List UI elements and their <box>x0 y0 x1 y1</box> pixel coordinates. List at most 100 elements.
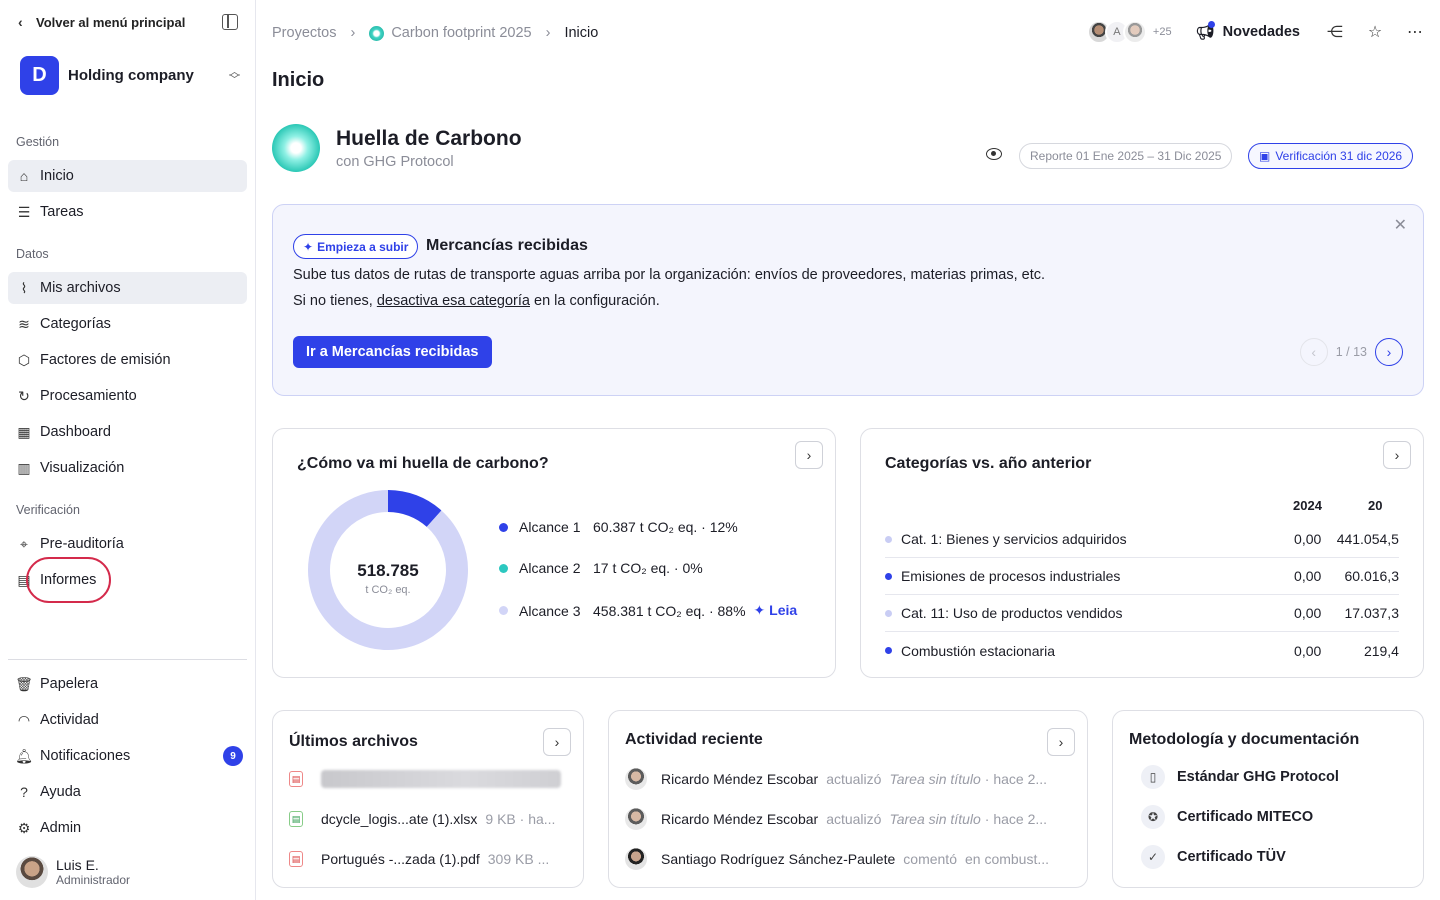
breadcrumb-project[interactable]: Carbon footprint 2025 <box>391 25 531 41</box>
value-2025: 60.016,3 <box>1344 568 1399 584</box>
table-row[interactable]: Combustión estacionaria 0,00 219,4 <box>885 632 1399 669</box>
go-to-category-button[interactable]: Ir a Mercancías recibidas <box>293 336 492 368</box>
leia-link[interactable]: ✦ Leia <box>754 602 798 619</box>
legend-item-alcance-1: Alcance 1 60.387 t CO₂ eq. · 12% <box>499 519 738 535</box>
report-range-pill[interactable]: Reporte 01 Ene 2025 – 31 Dic 2025 <box>1019 143 1233 169</box>
legend-value: 17 t CO₂ eq. · 0% <box>593 560 703 576</box>
table-row[interactable]: Cat. 11: Uso de productos vendidos 0,00 … <box>885 595 1399 632</box>
sidebar-item-papelera[interactable]: 🗑 Papelera <box>8 668 247 700</box>
doc-label: Estándar GHG Protocol <box>1177 769 1339 785</box>
value-2024: 0,00 <box>1294 531 1322 547</box>
category-name: Combustión estacionaria <box>900 642 1056 659</box>
sidebar-item-tareas[interactable]: ☰ Tareas <box>8 196 247 228</box>
value-2024: 0,00 <box>1294 642 1322 659</box>
close-icon[interactable]: ✕ <box>1394 215 1407 235</box>
file-row[interactable]: ▤ dcycle_logis...ate (1).xlsx 9 KB · ha.… <box>289 808 569 830</box>
sidebar-item-visualizacion[interactable]: ▥ Visualización <box>8 452 247 484</box>
sidebar-item-factores[interactable]: ⬡ Factores de emisión <box>8 344 247 376</box>
recent-activity-open-button[interactable]: › <box>1047 728 1075 756</box>
footprint-card: ¿Cómo va mi huella de carbono? › 518.785… <box>272 428 836 678</box>
banner-chip: ✦ Empieza a subir <box>293 234 419 259</box>
app: ‹ Volver al menú principal D Holding com… <box>0 0 1440 900</box>
checklist-icon: ☰ <box>17 203 31 220</box>
avatar <box>625 808 647 830</box>
activity-row[interactable]: Ricardo Méndez Escobar actualizó Tarea s… <box>625 807 1070 831</box>
category-dot <box>885 647 892 654</box>
doc-link-miteco[interactable]: ✪ Certificado MITECO <box>1141 805 1313 829</box>
book-icon: ▯ <box>1141 765 1165 789</box>
disable-category-link[interactable]: desactiva esa categoría <box>377 293 530 309</box>
share-icon[interactable]: ⋲ <box>1326 22 1344 42</box>
activity-user: Ricardo Méndez Escobar <box>661 771 819 787</box>
sidebar-item-admin[interactable]: ⚙ Admin <box>8 812 247 844</box>
activity-row[interactable]: Ricardo Méndez Escobar actualizó Tarea s… <box>625 767 1070 791</box>
sidebar-item-notificaciones[interactable]: 🔔︎ Notificaciones 9 <box>8 740 247 772</box>
categories-open-button[interactable]: › <box>1383 441 1411 469</box>
methodology-card: Metodología y documentación ▯ Estándar G… <box>1112 710 1424 888</box>
footprint-open-button[interactable]: › <box>795 441 823 469</box>
pager-prev-button[interactable]: ‹ <box>1299 338 1328 366</box>
table-row[interactable]: Cat. 1: Bienes y servicios adquiridos 0,… <box>885 521 1399 558</box>
activity-object: Tarea sin título <box>889 771 981 787</box>
chevron-right-icon: › <box>545 25 551 41</box>
file-name: Portugués -...zada (1).pdf <box>321 851 480 867</box>
star-icon[interactable]: ☆ <box>1366 22 1384 42</box>
project-logo-icon <box>369 25 385 41</box>
file-row-redacted[interactable]: ▤ <box>289 768 569 790</box>
file-row[interactable]: ▤ Portugués -...zada (1).pdf 309 KB ... <box>289 848 569 870</box>
banner-title: Mercancías recibidas <box>426 237 588 254</box>
project-header: Huella de Carbono con GHG Protocol <box>272 124 522 172</box>
bell-icon: 🔔︎ <box>15 747 33 764</box>
org-switcher[interactable]: D Holding company ︿ ﹀ <box>20 56 240 95</box>
members-more-count: +25 <box>1152 26 1172 38</box>
donut-slice-1[interactable] <box>387 490 442 528</box>
legend-item-alcance-2: Alcance 2 17 t CO₂ eq. · 0% <box>499 560 703 576</box>
sidebar-item-label: Ayuda <box>40 784 81 800</box>
breadcrumb-proyectos[interactable]: Proyectos <box>272 25 336 41</box>
donut-total: 518.785 <box>357 561 418 580</box>
redacted-filename <box>321 770 561 788</box>
sidebar-item-label: Visualización <box>40 460 125 476</box>
user-profile[interactable]: Luis E. Administrador <box>16 856 130 888</box>
sidebar-item-mis-archivos[interactable]: ⌇ Mis archivos <box>8 272 247 304</box>
value-2025: 17.037,3 <box>1344 605 1399 621</box>
collapse-sidebar-icon[interactable] <box>222 14 238 30</box>
doc-link-ghg-protocol[interactable]: ▯ Estándar GHG Protocol <box>1141 765 1339 789</box>
sidebar-item-dashboard[interactable]: ▦ Dashboard <box>8 416 247 448</box>
project-logo <box>272 124 320 172</box>
activity-row[interactable]: Santiago Rodríguez Sánchez-Paulete comen… <box>625 847 1070 871</box>
avatar <box>625 848 647 870</box>
legend-value: 60.387 t CO₂ eq. · 12% <box>593 519 738 535</box>
recent-files-open-button[interactable]: › <box>543 728 571 756</box>
sidebar-item-procesamiento[interactable]: ↻ Procesamiento <box>8 380 247 412</box>
avatar <box>625 768 647 790</box>
members-avatars[interactable]: A +25 <box>1086 20 1172 44</box>
sidebar-item-actividad[interactable]: ◠ Actividad <box>8 704 247 736</box>
verification-date-pill[interactable]: ▣ Verificación 31 dic 2026 <box>1248 143 1414 169</box>
file-name: dcycle_logis...ate (1).xlsx <box>321 811 478 827</box>
sidebar-item-inicio[interactable]: ⌂ Inicio <box>8 160 247 192</box>
activity-time: · hace 2... <box>984 811 1048 827</box>
donut-unit: t CO₂ eq. <box>365 584 410 596</box>
eye-icon[interactable] <box>986 148 1002 160</box>
sidebar-item-preauditoria[interactable]: ⌖ Pre-auditoría <box>8 528 247 560</box>
sidebar-item-categorias[interactable]: ≋ Categorías <box>8 308 247 340</box>
category-dot <box>885 609 892 617</box>
news-button[interactable]: 📢︎ Novedades <box>1196 21 1300 41</box>
doc-link-tuv[interactable]: ✓ Certificado TÜV <box>1141 845 1286 869</box>
sidebar-item-label: Pre-auditoría <box>40 536 124 552</box>
sidebar-item-ayuda[interactable]: ? Ayuda <box>8 776 247 808</box>
more-options-icon[interactable]: ⋯ <box>1406 22 1424 42</box>
pager-next-button[interactable]: › <box>1375 338 1403 366</box>
banner-note: Si no tienes, desactiva esa categoría en… <box>293 293 660 309</box>
sidebar-item-label: Tareas <box>40 204 84 220</box>
onboarding-banner: ✕ ✦ Empieza a subir Mercancías recibidas… <box>272 204 1424 396</box>
news-label: Novedades <box>1222 24 1300 40</box>
legend-label: Alcance 3 <box>519 602 581 619</box>
activity-user: Santiago Rodríguez Sánchez-Paulete <box>661 851 896 867</box>
sparkle-icon: ✦ <box>753 602 766 618</box>
back-to-main-menu[interactable]: ‹ Volver al menú principal <box>18 14 185 30</box>
table-row[interactable]: Emisiones de procesos industriales 0,00 … <box>885 558 1399 595</box>
sidebar-item-label: Admin <box>40 820 82 836</box>
banner-note-prefix: Si no tienes, <box>293 293 377 309</box>
